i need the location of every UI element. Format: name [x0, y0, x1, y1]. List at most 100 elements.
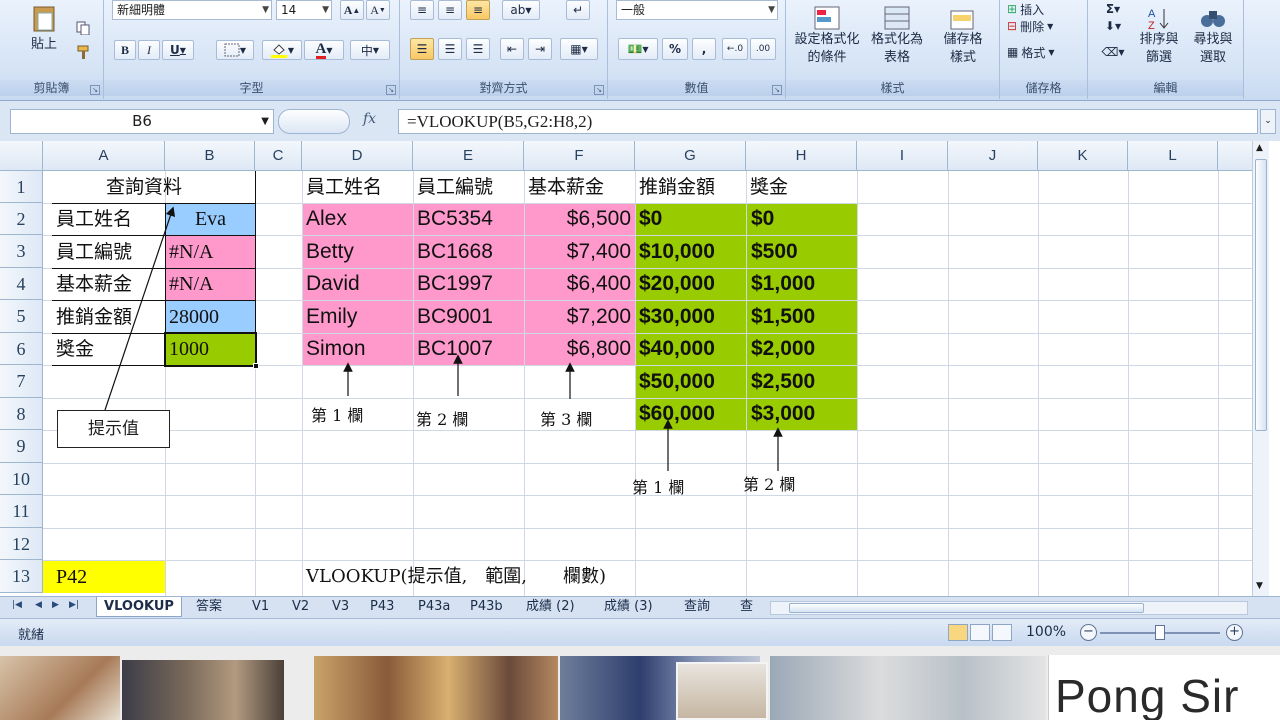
cell-h2[interactable]: $0 [751, 203, 774, 235]
cell-h8[interactable]: $3,000 [751, 398, 815, 430]
clear-button[interactable]: ⌫ ▼ [1098, 42, 1128, 62]
column-header-k[interactable]: K [1038, 141, 1128, 171]
formula-bar-splitter[interactable] [278, 109, 350, 134]
decrease-decimal-button[interactable]: .00 [750, 38, 776, 60]
increase-decimal-button[interactable]: ←.0 [722, 38, 748, 60]
tab-query[interactable]: 查詢 [682, 597, 712, 617]
horizontal-scroll-thumb[interactable] [789, 603, 1144, 613]
row-header-3[interactable]: 3 [0, 235, 43, 268]
row-header-2[interactable]: 2 [0, 203, 43, 235]
tab-grades-3[interactable]: 成績 (3) [602, 597, 655, 617]
format-painter-button[interactable] [72, 42, 94, 62]
cell-b5[interactable]: 28000 [169, 301, 219, 333]
font-face-select[interactable]: 新細明體 ▼ [112, 0, 272, 20]
first-sheet-icon[interactable]: |◀ [12, 600, 22, 610]
percent-button[interactable]: % [662, 38, 688, 60]
row-header-11[interactable]: 11 [0, 495, 43, 528]
row-header-9[interactable]: 9 [0, 430, 43, 463]
cell-f6[interactable]: $6,800 [524, 333, 631, 365]
cell-f4[interactable]: $6,400 [524, 268, 631, 300]
align-center-button[interactable]: ☰ [438, 38, 462, 60]
vertical-scrollbar[interactable]: ▲ ▼ [1252, 141, 1269, 596]
paste-button[interactable]: 貼上 [22, 0, 66, 56]
row-header-6[interactable]: 6 [0, 333, 43, 365]
formula-input[interactable]: =VLOOKUP(B5,G2:H8,2) [398, 109, 1258, 134]
tab-p43a[interactable]: P43a [416, 597, 452, 617]
find-select-button[interactable]: 尋找與 選取 [1188, 0, 1238, 72]
row-header-13[interactable]: 13 [0, 560, 43, 593]
row-header-1[interactable]: 1 [0, 171, 43, 203]
align-top-button[interactable]: ≡ [410, 0, 434, 20]
fill-button[interactable]: ⬇ ▼ [1098, 16, 1128, 36]
cell-h4[interactable]: $1,000 [751, 268, 815, 300]
cell-d2[interactable]: Alex [306, 203, 347, 235]
column-header-g[interactable]: G [635, 141, 746, 171]
cell-g8[interactable]: $60,000 [639, 398, 715, 430]
cell-styles-button[interactable]: 儲存格 樣式 [932, 0, 994, 72]
scroll-down-icon[interactable]: ▼ [1256, 581, 1263, 591]
cell-b2[interactable]: Eva [166, 203, 255, 235]
format-as-table-button[interactable]: 格式化為 表格 [866, 0, 928, 72]
shrink-font-button[interactable]: A ▼ [366, 0, 390, 20]
cell-d6[interactable]: Simon [306, 333, 366, 365]
header-e1[interactable]: 員工編號 [417, 171, 493, 203]
column-header-l[interactable]: L [1128, 141, 1218, 171]
column-header-d[interactable]: D [302, 141, 413, 171]
column-header-a[interactable]: A [43, 141, 165, 171]
tab-vlookup[interactable]: VLOOKUP [96, 597, 182, 617]
cell-e3[interactable]: BC1668 [417, 236, 493, 268]
column-header-c[interactable]: C [255, 141, 302, 171]
format-button[interactable]: ▦ 格式 ▼ [1006, 42, 1082, 62]
horizontal-scrollbar[interactable] [770, 601, 1248, 615]
number-launcher-icon[interactable]: ↘ [772, 85, 782, 95]
row-header-4[interactable]: 4 [0, 268, 43, 300]
cell-a5[interactable]: 推銷金額 [56, 301, 132, 333]
cell-g4[interactable]: $20,000 [639, 268, 715, 300]
zoom-out-icon[interactable]: − [1080, 624, 1097, 641]
cell-a4[interactable]: 基本薪金 [56, 268, 132, 300]
tab-answer[interactable]: 答案 [194, 597, 224, 617]
column-header-i[interactable]: I [857, 141, 948, 171]
font-size-select[interactable]: 14 ▼ [276, 0, 332, 20]
cell-d5[interactable]: Emily [306, 301, 357, 333]
cell-e4[interactable]: BC1997 [417, 268, 493, 300]
cell-a13[interactable]: P42 [56, 561, 87, 593]
phonetic-button[interactable]: 中 ▼ [350, 40, 390, 60]
cell-e6[interactable]: BC1007 [417, 333, 493, 365]
zoom-level[interactable]: 100% [1026, 624, 1066, 640]
row-header-8[interactable]: 8 [0, 398, 43, 430]
row-header-12[interactable]: 12 [0, 528, 43, 560]
cell-g2[interactable]: $0 [639, 203, 662, 235]
cell-d13[interactable]: VLOOKUP(提示值, 範圍, 欄數) [306, 561, 606, 593]
delete-button[interactable]: ⊟ 刪除 ▼ [1006, 16, 1082, 36]
cell-g5[interactable]: $30,000 [639, 301, 715, 333]
font-launcher-icon[interactable]: ↘ [386, 85, 396, 95]
cell-a2[interactable]: 員工姓名 [56, 203, 132, 235]
name-box-dropdown-icon[interactable]: ▼ [261, 110, 269, 133]
wrap-text-button[interactable]: ↵ [566, 0, 590, 20]
cell-e2[interactable]: BC5354 [417, 203, 493, 235]
row-header-10[interactable]: 10 [0, 463, 43, 495]
column-header-e[interactable]: E [413, 141, 524, 171]
cell-e5[interactable]: BC9001 [417, 301, 493, 333]
zoom-slider-knob[interactable] [1155, 625, 1165, 640]
cell-f3[interactable]: $7,400 [524, 236, 631, 268]
sort-filter-button[interactable]: AZ 排序與 篩選 [1134, 0, 1184, 72]
tab-grades-2[interactable]: 成績 (2) [524, 597, 577, 617]
zoom-in-icon[interactable]: + [1226, 624, 1243, 641]
fill-color-button[interactable]: ▼ [262, 40, 302, 60]
decrease-indent-button[interactable]: ⇤ [500, 38, 524, 60]
number-format-select[interactable]: 一般 ▼ [616, 0, 778, 20]
cell-b4[interactable]: #N/A [169, 268, 213, 300]
column-header-j[interactable]: J [948, 141, 1038, 171]
next-sheet-icon[interactable]: ▶ [52, 600, 59, 610]
cell-h3[interactable]: $500 [751, 236, 798, 268]
tab-query-2[interactable]: 查 [738, 597, 755, 617]
copy-button[interactable] [72, 18, 94, 38]
orientation-button[interactable]: ab ▼ [502, 0, 540, 20]
tab-v1[interactable]: V1 [250, 597, 271, 617]
cell-f5[interactable]: $7,200 [524, 301, 631, 333]
cell-h5[interactable]: $1,500 [751, 301, 815, 333]
cell-h7[interactable]: $2,500 [751, 366, 815, 398]
row-header-7[interactable]: 7 [0, 365, 43, 398]
